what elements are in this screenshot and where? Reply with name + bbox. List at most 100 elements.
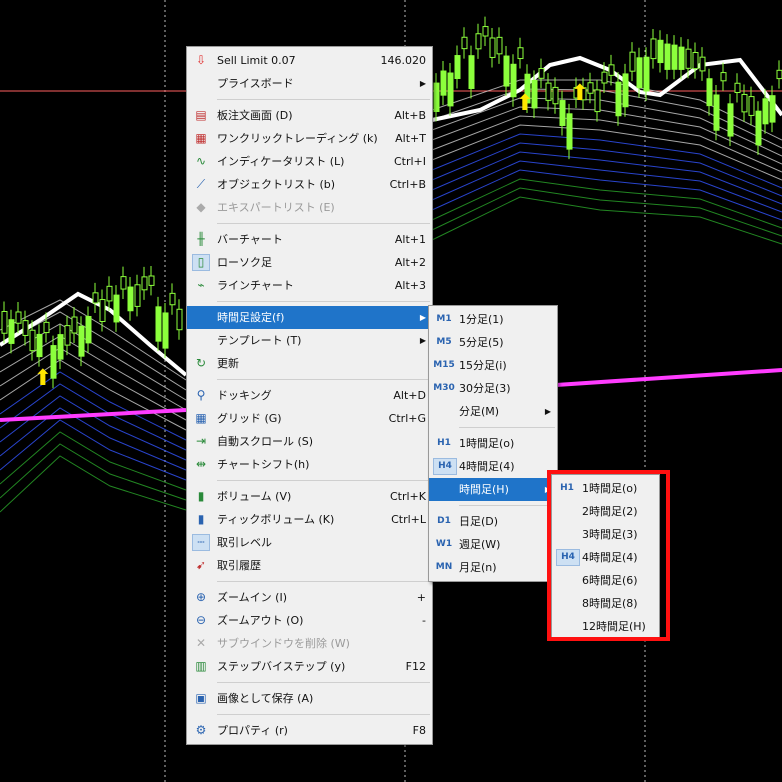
candle-body: [85, 315, 92, 344]
chart-shift-icon: ⇹: [195, 457, 207, 471]
tick-volume-icon: ▮: [197, 512, 205, 526]
candle-body: [755, 110, 762, 146]
candle-body: [769, 95, 776, 123]
timeframe-submenu: M1 1分足(1) M5 5分足(5) M15 15分足(i) M30 30分足(3) 分足(M…: [428, 305, 558, 582]
ma-slow-line: [555, 368, 782, 387]
menu-item-docking[interactable]: ⚲ ドッキング Alt+D: [187, 384, 432, 407]
candle-body: [720, 72, 727, 82]
submenu-arrow-icon: ▶: [544, 407, 551, 416]
menu-item-mn[interactable]: MN 月足(n): [429, 556, 557, 579]
menu-item-h1[interactable]: H1 1時間足(o): [429, 432, 557, 455]
menu-item-w1[interactable]: W1 週足(W): [429, 533, 557, 556]
candle-body: [176, 308, 183, 331]
timeframe-code: H1: [437, 438, 451, 448]
menu-item-m15[interactable]: M15 15分足(i): [429, 354, 557, 377]
timeframe-code: MN: [435, 562, 453, 572]
menu-item-timeframe-settings[interactable]: 時間足設定(f) ▶: [187, 306, 432, 329]
menu-item-trade-levels[interactable]: ┄ 取引レベル: [187, 531, 432, 554]
trade-level-icon: ┄: [192, 534, 210, 551]
menu-item-m5[interactable]: M5 5分足(5): [429, 331, 557, 354]
candle-body: [447, 72, 454, 107]
candle-body: [15, 311, 22, 324]
menu-item-label: 画像として保存 (A): [217, 692, 314, 705]
menu-separator: [217, 581, 430, 582]
shortcut-text: F8: [412, 724, 426, 737]
menu-item-template[interactable]: テンプレート (T) ▶: [187, 329, 432, 352]
menu-item-label: 1分足(1): [459, 313, 504, 326]
close-icon: ✕: [195, 636, 207, 650]
menu-item-h4[interactable]: H4 4時間足(4): [429, 455, 557, 478]
grid-icon: ▦: [195, 411, 207, 425]
candle-body: [22, 320, 29, 336]
menu-item-line-chart[interactable]: ⌁ ラインチャート Alt+3: [187, 274, 432, 297]
candle-body: [678, 46, 685, 70]
ma-ribbon-line: [0, 455, 187, 513]
menu-item-label: 15分足(i): [459, 359, 507, 372]
shortcut-text: Alt+T: [395, 132, 426, 145]
menu-item-save-as-image[interactable]: ▣ 画像として保存 (A): [187, 687, 432, 710]
menu-item-indicator-list[interactable]: ∿ インディケータリスト (L) Ctrl+I: [187, 150, 432, 173]
menu-item-tick-volume[interactable]: ▮ ティックボリューム (K) Ctrl+L: [187, 508, 432, 531]
menu-item-volume[interactable]: ▮ ボリューム (V) Ctrl+K: [187, 485, 432, 508]
menu-item-object-list[interactable]: ⟋ オブジェクトリスト (b) Ctrl+B: [187, 173, 432, 196]
candle-body: [454, 55, 461, 80]
candle-body: [734, 82, 741, 93]
menu-item-m30[interactable]: M30 30分足(3): [429, 377, 557, 400]
candle-body: [692, 52, 699, 70]
arrow-down-icon: ⇩: [195, 53, 207, 67]
menu-item-m1[interactable]: M1 1分足(1): [429, 308, 557, 331]
candle-body: [741, 93, 748, 113]
menu-item-grid[interactable]: ▦ グリッド (G) Ctrl+G: [187, 407, 432, 430]
candle-body: [127, 286, 134, 312]
menu-item-label: プロパティ (r): [217, 724, 288, 737]
menu-separator: [217, 223, 430, 224]
submenu-arrow-icon: ▶: [419, 79, 426, 88]
menu-item-sell-limit[interactable]: ⇩ Sell Limit 0.07 146.020: [187, 49, 432, 72]
shortcut-text: F12: [405, 660, 426, 673]
menu-item-hours[interactable]: 時間足(H) ▶: [429, 478, 557, 501]
menu-item-label: エキスパートリスト (E): [217, 201, 335, 214]
candle-body: [475, 33, 482, 50]
timeframe-code: [433, 404, 455, 419]
candle-icon: ▯: [192, 254, 210, 271]
auto-scroll-icon: ⇥: [195, 434, 207, 448]
candle-body: [622, 73, 629, 108]
menu-item-refresh[interactable]: ↻ 更新: [187, 352, 432, 375]
shortcut-text: Ctrl+G: [388, 412, 426, 425]
menu-item-label: 5分足(5): [459, 336, 504, 349]
shortcut-text: Alt+D: [393, 389, 426, 402]
candle-body: [57, 334, 64, 360]
menu-item-zoom-in[interactable]: ⊕ ズームイン (I) +: [187, 586, 432, 609]
candle-body: [671, 44, 678, 70]
submenu-arrow-icon: ▶: [419, 336, 426, 345]
menu-item-label: グリッド (G): [217, 412, 282, 425]
menu-item-chart-shift[interactable]: ⇹ チャートシフト(h): [187, 453, 432, 476]
menu-item-trade-history[interactable]: ➹ 取引履歴: [187, 554, 432, 577]
menu-item-bar-chart[interactable]: ╫ バーチャート Alt+1: [187, 228, 432, 251]
candle-body: [664, 43, 671, 70]
menu-item-order-board[interactable]: ▤ 板注文画面 (D) Alt+B: [187, 104, 432, 127]
one-click-icon: ▦: [195, 131, 207, 145]
menu-item-price-board[interactable]: プライスボード ▶: [187, 72, 432, 95]
timeframe-code: H4: [433, 458, 457, 475]
menu-item-d1[interactable]: D1 日足(D): [429, 510, 557, 533]
candle-body: [134, 284, 141, 307]
menu-separator: [217, 480, 430, 481]
menu-item-candlestick[interactable]: ▯ ローソク足 Alt+2: [187, 251, 432, 274]
candle-body: [727, 103, 734, 137]
menu-item-step-by-step[interactable]: ▥ ステップバイステップ (y) F12: [187, 655, 432, 678]
menu-separator: [217, 301, 430, 302]
menu-item-properties[interactable]: ⚙ プロパティ (r) F8: [187, 719, 432, 742]
candle-body: [776, 69, 782, 80]
menu-item-zoom-out[interactable]: ⊖ ズームアウト (O) -: [187, 609, 432, 632]
candle-body: [433, 82, 440, 113]
candle-body: [545, 82, 552, 101]
menu-item-label: 月足(n): [459, 561, 497, 574]
menu-separator: [459, 505, 555, 506]
menu-item-label: バーチャート: [217, 233, 283, 246]
menu-item-label: ラインチャート: [217, 279, 294, 292]
menu-item-one-click-trading[interactable]: ▦ ワンクリックトレーディング (k) Alt+T: [187, 127, 432, 150]
menu-item-auto-scroll[interactable]: ⇥ 自動スクロール (S): [187, 430, 432, 453]
menu-item-minutes[interactable]: 分足(M) ▶: [429, 400, 557, 423]
candle-body: [440, 70, 447, 96]
